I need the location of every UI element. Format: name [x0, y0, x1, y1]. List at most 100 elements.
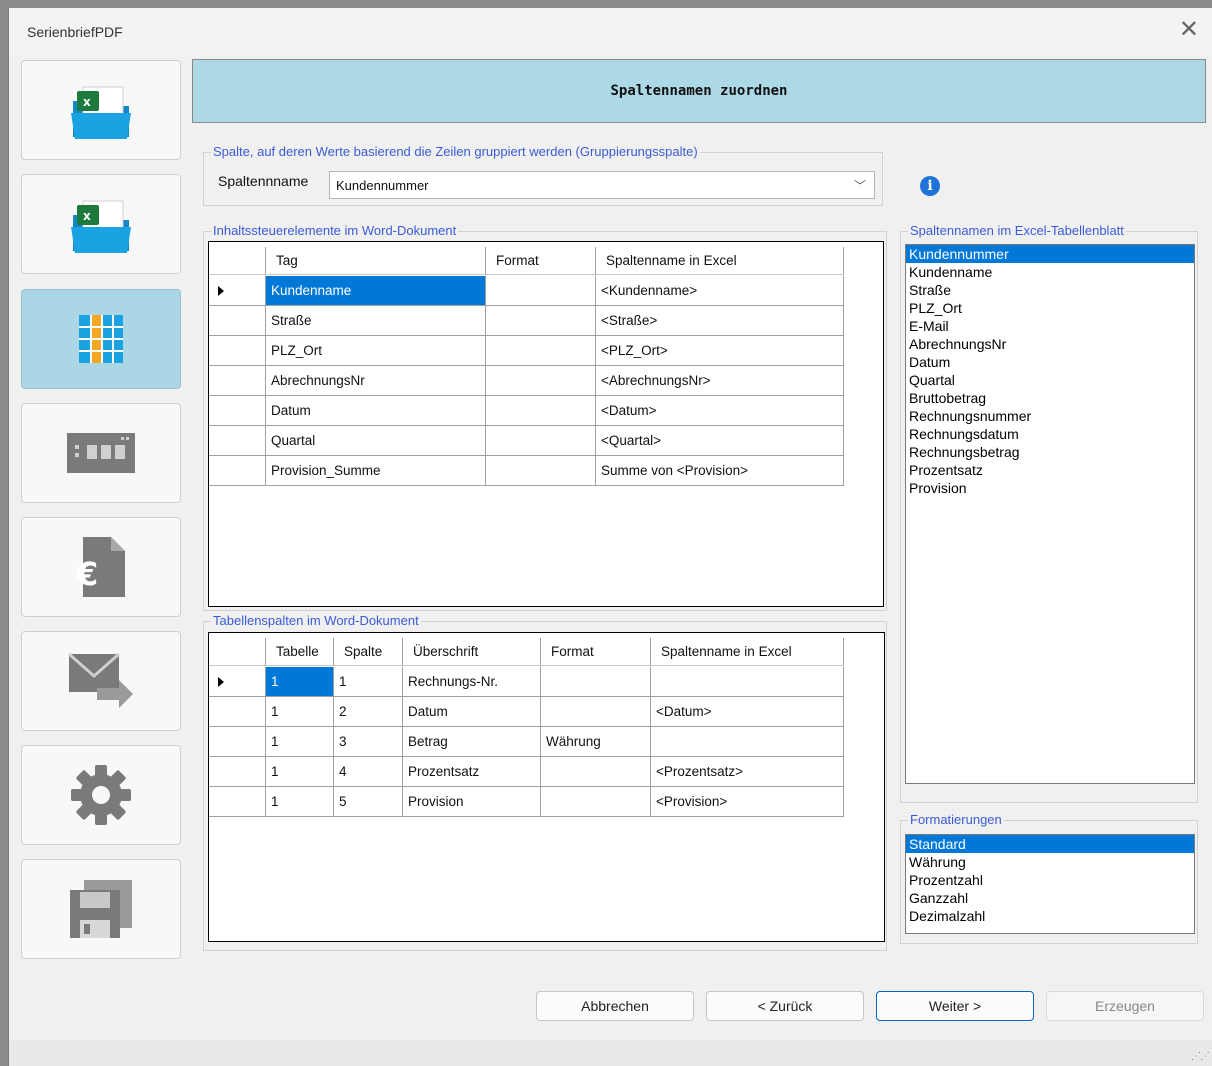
cell-ueberschrift[interactable]: Provision	[403, 787, 541, 817]
resize-grip-icon[interactable]: ⋰⋰	[1191, 1051, 1210, 1062]
row-header[interactable]	[209, 787, 266, 817]
list-item[interactable]: Rechnungsnummer	[906, 407, 1194, 425]
close-icon[interactable]: ✕	[1179, 18, 1199, 42]
list-item[interactable]: Kundennummer	[906, 245, 1194, 263]
cell-ueberschrift[interactable]: Datum	[403, 697, 541, 727]
cell-format[interactable]	[541, 757, 651, 787]
row-header[interactable]	[209, 426, 266, 456]
cell-spalte[interactable]: 4	[334, 757, 403, 787]
cell-excel[interactable]: <PLZ_Ort>	[596, 336, 844, 366]
cell-format[interactable]	[486, 276, 596, 306]
list-item[interactable]: Prozentzahl	[906, 871, 1194, 889]
cell-excel[interactable]: <Prozentsatz>	[651, 757, 844, 787]
row-header[interactable]	[209, 727, 266, 757]
column-header-ueberschrift[interactable]: Überschrift	[403, 638, 541, 666]
cell-tag[interactable]: Quartal	[266, 426, 486, 456]
list-item[interactable]: E-Mail	[906, 317, 1194, 335]
cell-tag[interactable]: Provision_Summe	[266, 456, 486, 486]
row-header[interactable]	[209, 396, 266, 426]
sidebar-item-column-mapping[interactable]	[21, 289, 181, 389]
cell-format[interactable]	[541, 667, 651, 697]
list-item[interactable]: Quartal	[906, 371, 1194, 389]
row-header[interactable]	[209, 456, 266, 486]
cell-excel[interactable]: <Straße>	[596, 306, 844, 336]
cell-excel[interactable]: <Datum>	[651, 697, 844, 727]
cell-excel[interactable]: <AbrechnungsNr>	[596, 366, 844, 396]
sidebar-item-save[interactable]	[21, 859, 181, 959]
cell-excel[interactable]	[651, 667, 844, 697]
list-item[interactable]: Ganzzahl	[906, 889, 1194, 907]
list-item[interactable]: Dezimalzahl	[906, 907, 1194, 925]
excel-columns-listbox[interactable]: Kundennummer Kundenname Straße PLZ_Ort E…	[905, 244, 1195, 784]
row-header[interactable]	[209, 697, 266, 727]
list-item[interactable]: Rechnungsdatum	[906, 425, 1194, 443]
row-header[interactable]	[209, 276, 266, 306]
row-header[interactable]	[209, 336, 266, 366]
list-item[interactable]: Bruttobetrag	[906, 389, 1194, 407]
cell-excel[interactable]: <Kundenname>	[596, 276, 844, 306]
list-item[interactable]: Standard	[906, 835, 1194, 853]
cell-ueberschrift[interactable]: Prozentsatz	[403, 757, 541, 787]
sidebar-item-excel-open-2[interactable]: x	[21, 174, 181, 274]
cell-spalte[interactable]: 3	[334, 727, 403, 757]
cell-tag[interactable]: Kundenname	[266, 276, 486, 306]
cancel-button[interactable]: Abbrechen	[536, 991, 694, 1021]
cell-spalte[interactable]: 5	[334, 787, 403, 817]
row-header[interactable]	[209, 667, 266, 697]
grouping-column-select[interactable]: Kundennummer ﹀	[329, 171, 875, 199]
sidebar-item-email[interactable]	[21, 631, 181, 731]
info-icon[interactable]: i	[920, 176, 940, 196]
next-button[interactable]: Weiter >	[876, 991, 1034, 1021]
cell-spalte[interactable]: 1	[334, 667, 403, 697]
cell-tabelle[interactable]: 1	[266, 757, 334, 787]
back-button[interactable]: < Zurück	[706, 991, 864, 1021]
cell-spalte[interactable]: 2	[334, 697, 403, 727]
column-header-format[interactable]: Format	[486, 247, 596, 275]
cell-ueberschrift[interactable]: Betrag	[403, 727, 541, 757]
sidebar-item-excel-open[interactable]: x	[21, 60, 181, 160]
cell-tag[interactable]: Datum	[266, 396, 486, 426]
cell-format[interactable]	[486, 306, 596, 336]
cell-format[interactable]	[541, 697, 651, 727]
cell-format[interactable]: Währung	[541, 727, 651, 757]
cell-excel[interactable]	[651, 727, 844, 757]
list-item[interactable]: Rechnungsbetrag	[906, 443, 1194, 461]
list-item[interactable]: Kundenname	[906, 263, 1194, 281]
list-item[interactable]: Prozentsatz	[906, 461, 1194, 479]
cell-format[interactable]	[486, 396, 596, 426]
list-item[interactable]: Währung	[906, 853, 1194, 871]
list-item[interactable]: PLZ_Ort	[906, 299, 1194, 317]
cell-tabelle[interactable]: 1	[266, 787, 334, 817]
chevron-down-icon[interactable]: ﹀	[854, 177, 866, 194]
sidebar-item-euro-document[interactable]: €	[21, 517, 181, 617]
cell-tabelle[interactable]: 1	[266, 727, 334, 757]
formats-listbox[interactable]: Standard Währung Prozentzahl Ganzzahl De…	[905, 834, 1195, 934]
row-header[interactable]	[209, 366, 266, 396]
cell-tabelle[interactable]: 1	[266, 667, 334, 697]
column-header-spalte[interactable]: Spalte	[334, 638, 403, 666]
column-header-format[interactable]: Format	[541, 638, 651, 666]
cell-format[interactable]	[486, 366, 596, 396]
row-header[interactable]	[209, 757, 266, 787]
list-item[interactable]: Straße	[906, 281, 1194, 299]
content-controls-grid[interactable]: Tag Format Spaltenname in Excel Kundenna…	[208, 241, 884, 607]
cell-tabelle[interactable]: 1	[266, 697, 334, 727]
cell-excel[interactable]: Summe von <Provision>	[596, 456, 844, 486]
list-item[interactable]: Datum	[906, 353, 1194, 371]
cell-tag[interactable]: AbrechnungsNr	[266, 366, 486, 396]
sidebar-item-settings[interactable]	[21, 745, 181, 845]
cell-tag[interactable]: Straße	[266, 306, 486, 336]
cell-tag[interactable]: PLZ_Ort	[266, 336, 486, 366]
column-header-excel[interactable]: Spaltenname in Excel	[596, 247, 844, 275]
cell-format[interactable]	[486, 336, 596, 366]
cell-format[interactable]	[486, 456, 596, 486]
list-item[interactable]: AbrechnungsNr	[906, 335, 1194, 353]
cell-format[interactable]	[541, 787, 651, 817]
sidebar-item-layout[interactable]	[21, 403, 181, 503]
column-header-tag[interactable]: Tag	[266, 247, 486, 275]
column-header-tabelle[interactable]: Tabelle	[266, 638, 334, 666]
cell-excel[interactable]: <Provision>	[651, 787, 844, 817]
row-header[interactable]	[209, 306, 266, 336]
list-item[interactable]: Provision	[906, 479, 1194, 497]
column-header-excel[interactable]: Spaltenname in Excel	[651, 638, 844, 666]
